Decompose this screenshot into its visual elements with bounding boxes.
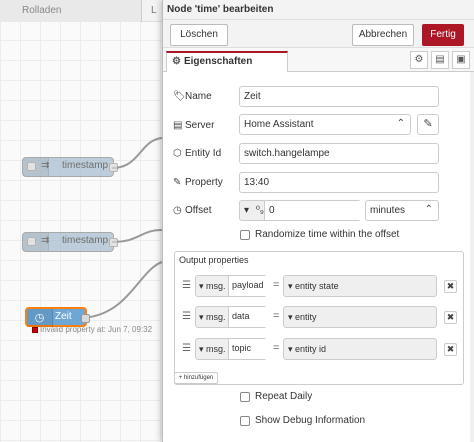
zeit-node[interactable]: ◷ Zeit <box>25 307 90 327</box>
property-input[interactable]: 13:40 <box>239 172 439 193</box>
close-icon: ✖ <box>446 281 455 291</box>
tag-icon: 🏷 <box>173 91 186 102</box>
clock-icon: ◷ <box>173 205 182 216</box>
caret-down-icon: ▾ <box>199 281 204 291</box>
description-tab-icon[interactable]: ▤ <box>431 51 449 69</box>
node-status: Invalid property at: Jun 7, 09:32 <box>32 325 152 334</box>
input-port[interactable] <box>27 237 36 246</box>
value-type-select[interactable]: ▾ entity state <box>283 275 437 297</box>
offset-value[interactable]: 0 <box>264 201 361 220</box>
drag-handle-icon[interactable]: ☰ <box>182 311 191 322</box>
offset-unit-select[interactable]: minutes ⌃ <box>365 200 439 221</box>
value-type-select[interactable]: ▾ entity <box>283 306 437 328</box>
repeat-daily-label: Repeat Daily <box>255 391 313 402</box>
remove-row-button[interactable]: ✖ <box>444 343 457 356</box>
msg-property-select[interactable]: ▾ msg. payload <box>195 275 267 297</box>
msg-field-input[interactable]: data <box>228 307 267 327</box>
equals-icon: = <box>273 342 280 354</box>
msg-field-input[interactable]: payload <box>228 276 267 296</box>
caret-down-icon: ▾ <box>288 344 293 354</box>
msg-field-input[interactable]: topic <box>228 339 267 359</box>
remove-row-button[interactable]: ✖ <box>444 311 457 324</box>
error-status-icon <box>32 326 38 333</box>
node-label: Zeit <box>55 311 72 322</box>
edit-icon: ✎ <box>173 177 182 188</box>
settings-tab-icon[interactable]: ⚙ <box>410 51 428 69</box>
randomize-checkbox[interactable] <box>240 230 250 240</box>
chevron-down-icon: ⌃ <box>424 204 433 215</box>
node-label: timestamp <box>62 235 109 246</box>
caret-down-icon: ▾ <box>288 312 293 322</box>
msg-prefix: msg. <box>206 281 226 291</box>
appearance-tab-icon[interactable]: ▣ <box>452 51 470 69</box>
value-type-select[interactable]: ▾ entity id <box>283 338 437 360</box>
input-port[interactable] <box>27 162 36 171</box>
equals-icon: = <box>273 310 280 322</box>
add-output-property-button[interactable]: + hinzufügen <box>174 372 218 384</box>
timestamp-node-2[interactable]: ⇉ timestamp <box>22 232 118 252</box>
output-property-row: ☰ ▾ msg. topic = ▾ entity id ✖ <box>179 338 459 362</box>
chevron-down-icon: ⌃ <box>396 118 405 129</box>
equals-icon: = <box>273 279 280 291</box>
remove-row-button[interactable]: ✖ <box>444 280 457 293</box>
wires <box>89 137 162 318</box>
tray-toolbar: Löschen Abbrechen Fertig <box>163 20 474 48</box>
cancel-button[interactable]: Abbrechen <box>352 24 414 46</box>
status-text: Invalid property at: Jun 7, 09:32 <box>40 325 153 334</box>
node-label: timestamp <box>62 160 109 171</box>
tab-label: Eigenschaften <box>183 56 253 67</box>
gear-icon: ⚙ <box>172 56 181 67</box>
server-label: ▤ Server <box>173 120 215 131</box>
msg-prefix: msg. <box>206 344 226 354</box>
pencil-icon: ✎ <box>423 118 433 130</box>
scrollbar[interactable] <box>470 72 474 442</box>
show-debug-checkbox[interactable] <box>240 416 250 426</box>
msg-prefix: msg. <box>206 312 226 322</box>
drag-handle-icon[interactable]: ☰ <box>182 343 191 354</box>
entity-id-input[interactable]: switch.hangelampe <box>239 143 439 164</box>
msg-property-select[interactable]: ▾ msg. data <box>195 306 267 328</box>
output-port[interactable] <box>81 314 90 323</box>
server-icon: ▤ <box>173 120 183 131</box>
offset-input[interactable]: ▾ ⁰₉ 0 <box>239 200 361 221</box>
edit-tray: Node 'time' bearbeiten Löschen Abbrechen… <box>162 0 474 442</box>
number-type-icon: ⁰₉ <box>255 205 264 216</box>
caret-down-icon: ▾ <box>244 205 250 216</box>
offset-label: ◷ Offset <box>173 205 212 216</box>
done-button[interactable]: Fertig <box>422 24 464 46</box>
caret-down-icon: ▾ <box>199 312 204 322</box>
drag-handle-icon[interactable]: ☰ <box>182 280 191 291</box>
show-debug-label: Show Debug Information <box>255 415 366 426</box>
output-properties-box: Output properties ☰ ▾ msg. payload = ▾ e… <box>174 251 464 385</box>
flow-canvas[interactable]: Rolladen L ⇉ timestamp ⇉ timestamp ◷ Zei… <box>0 0 162 442</box>
name-input[interactable]: Zeit <box>239 86 439 107</box>
server-select[interactable]: Home Assistant ⌃ <box>239 114 411 135</box>
output-properties-title: Output properties <box>179 255 249 265</box>
tray-tabs: ⚙ Eigenschaften ⚙ ▤ ▣ <box>163 48 474 72</box>
randomize-label: Randomize time within the offset <box>255 229 400 240</box>
msg-property-select[interactable]: ▾ msg. topic <box>195 338 267 360</box>
name-label: 🏷Name <box>173 91 212 102</box>
cube-icon: ⬡ <box>173 148 182 159</box>
output-property-row: ☰ ▾ msg. payload = ▾ entity state ✖ <box>179 275 459 299</box>
entity-id-label: ⬡ Entity Id <box>173 148 222 159</box>
tray-title: Node 'time' bearbeiten <box>163 0 474 20</box>
caret-down-icon: ▾ <box>288 281 293 291</box>
repeat-daily-checkbox[interactable] <box>240 392 250 402</box>
tab-properties[interactable]: ⚙ Eigenschaften <box>166 51 288 72</box>
output-port[interactable] <box>109 163 118 172</box>
output-property-row: ☰ ▾ msg. data = ▾ entity ✖ <box>179 306 459 330</box>
timestamp-node-1[interactable]: ⇉ timestamp <box>22 157 118 177</box>
arrow-icon: ⇉ <box>41 235 50 246</box>
output-port[interactable] <box>109 238 118 247</box>
close-icon: ✖ <box>446 344 455 354</box>
close-icon: ✖ <box>446 312 455 322</box>
delete-button[interactable]: Löschen <box>170 24 228 46</box>
property-label: ✎ Property <box>173 177 223 188</box>
arrow-icon: ⇉ <box>41 160 50 171</box>
edit-server-button[interactable]: ✎ <box>417 114 439 135</box>
caret-down-icon: ▾ <box>199 344 204 354</box>
